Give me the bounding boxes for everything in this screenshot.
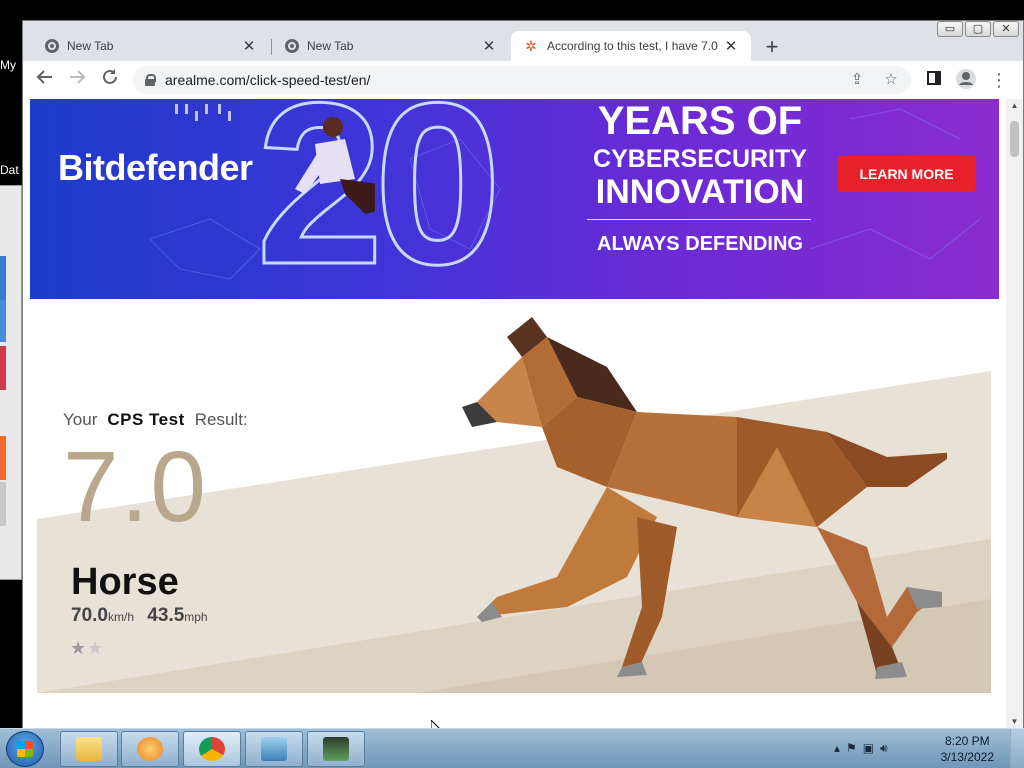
- background-window-edge: [0, 185, 22, 580]
- cps-score: 7.0: [63, 431, 209, 543]
- result-prefix: Your: [63, 410, 98, 429]
- tab-separator: [271, 39, 272, 55]
- bookmark-star-icon[interactable]: ☆: [879, 68, 903, 92]
- close-tab-icon[interactable]: ✕: [481, 37, 497, 55]
- ad-person-illustration: [295, 117, 375, 214]
- desktop-icon-label-dat[interactable]: Dat: [0, 163, 24, 177]
- volume-icon[interactable]: 🔊︎: [880, 741, 888, 756]
- new-tab-button[interactable]: +: [760, 36, 784, 60]
- task-manager-icon: [323, 737, 349, 761]
- tab-new-tab-1[interactable]: New Tab ✕: [33, 31, 269, 61]
- star-filled-icon: ★: [70, 638, 88, 658]
- taskbar: ▴ ⚑ ▣ 🔊︎ 8:20 PM 3/13/2022: [0, 728, 1024, 768]
- show-desktop-button[interactable]: [1010, 729, 1024, 768]
- ad-headline-innovation: INNOVATION: [595, 173, 805, 211]
- tab-title: According to this test, I have 7.0: [547, 39, 718, 53]
- lock-icon[interactable]: [145, 74, 156, 86]
- clock-date: 3/13/2022: [940, 750, 994, 764]
- folder-icon: [76, 737, 102, 761]
- scroll-down-arrow-icon[interactable]: ▼: [1006, 715, 1023, 729]
- ad-network-pattern: [149, 104, 981, 280]
- system-tray: ▴ ⚑ ▣ 🔊︎ 8:20 PM 3/13/2022: [834, 729, 1024, 768]
- ad-divider: [587, 219, 811, 220]
- forward-arrow-icon[interactable]: [65, 68, 89, 92]
- url-text[interactable]: arealme.com/click-speed-test/en/: [165, 72, 370, 88]
- tab-title: New Tab: [307, 39, 354, 53]
- ad-headline-years-of: YEARS OF: [597, 99, 803, 143]
- star-empty-icon: ★: [87, 638, 105, 658]
- page-viewport: Bitdefender 20 YEARS OF CYBERSECURITY IN…: [23, 99, 1023, 729]
- speed-mph-value: 43.5: [147, 605, 185, 626]
- browser-window: ▭ ▢ ✕ New Tab ✕ New Tab ✕ ✲ According to…: [22, 20, 1024, 729]
- speed-mph-unit: mph: [184, 610, 208, 624]
- ad-tagline: ALWAYS DEFENDING: [597, 233, 803, 255]
- animal-rank: Horse: [71, 561, 179, 603]
- speed-kmh-value: 70.0: [71, 605, 108, 626]
- horse-illustration: [462, 317, 947, 679]
- desktop-icon-label-my[interactable]: My: [0, 58, 24, 72]
- taskbar-media-player-button[interactable]: [121, 731, 179, 767]
- close-tab-icon[interactable]: ✕: [723, 37, 739, 55]
- reload-icon[interactable]: [98, 68, 122, 92]
- ad-headline-cybersecurity: CYBERSECURITY: [593, 145, 807, 173]
- show-hidden-icons-icon[interactable]: ▴: [834, 741, 840, 756]
- speed-kmh-unit: km/h: [107, 610, 134, 624]
- bitdefender-logo[interactable]: Bitdefender: [58, 147, 253, 189]
- action-center-flag-icon[interactable]: ⚑: [846, 741, 857, 756]
- taskbar-photos-button[interactable]: [245, 731, 303, 767]
- taskbar-explorer-button[interactable]: [60, 731, 118, 767]
- share-icon[interactable]: ⇪: [845, 68, 869, 92]
- photo-viewer-icon: [261, 737, 287, 761]
- tab-strip: New Tab ✕ New Tab ✕ ✲ According to this …: [23, 25, 1023, 61]
- chrome-icon: [45, 39, 59, 53]
- scrollbar-thumb[interactable]: [1010, 121, 1019, 157]
- cursor-click-icon: ✲: [525, 38, 537, 54]
- star-rating: ★★: [70, 638, 104, 659]
- result-suffix: Result:: [194, 410, 248, 429]
- tab-click-speed-test[interactable]: ✲ According to this test, I have 7.0 ✕: [511, 31, 751, 61]
- side-panel-icon[interactable]: [922, 68, 946, 92]
- chrome-icon: [285, 39, 299, 53]
- network-icon[interactable]: ▣: [863, 741, 874, 756]
- learn-more-button[interactable]: LEARN MORE: [838, 156, 975, 192]
- result-heading: Your CPS Test Result:: [63, 410, 248, 430]
- profile-avatar-icon[interactable]: [954, 68, 978, 92]
- browser-toolbar: arealme.com/click-speed-test/en/ ⇪ ☆ ⋮: [23, 61, 1023, 99]
- menu-kebab-icon[interactable]: ⋮: [987, 68, 1011, 92]
- bitdefender-ad-banner[interactable]: Bitdefender 20 YEARS OF CYBERSECURITY IN…: [30, 99, 999, 299]
- scroll-up-arrow-icon[interactable]: ▲: [1006, 99, 1023, 113]
- address-bar[interactable]: arealme.com/click-speed-test/en/ ⇪ ☆: [133, 66, 911, 94]
- vertical-scrollbar[interactable]: ▲ ▼: [1006, 99, 1023, 729]
- tab-title: New Tab: [67, 39, 114, 53]
- test-result-section: Your CPS Test Result: 7.0 Horse 70.0km/h 4…: [37, 299, 991, 693]
- tab-new-tab-2[interactable]: New Tab ✕: [273, 31, 509, 61]
- media-player-icon: [137, 737, 163, 761]
- taskbar-task-manager-button[interactable]: [307, 731, 365, 767]
- start-button[interactable]: [6, 731, 44, 767]
- system-clock[interactable]: 8:20 PM 3/13/2022: [941, 733, 994, 765]
- taskbar-chrome-button[interactable]: [183, 731, 241, 767]
- back-arrow-icon[interactable]: [33, 68, 57, 92]
- chrome-icon: [199, 737, 225, 761]
- clock-time: 8:20 PM: [944, 734, 990, 748]
- close-tab-icon[interactable]: ✕: [241, 37, 257, 55]
- result-test-name: CPS Test: [107, 410, 185, 429]
- speed-readout: 70.0km/h 43.5mph: [71, 605, 216, 627]
